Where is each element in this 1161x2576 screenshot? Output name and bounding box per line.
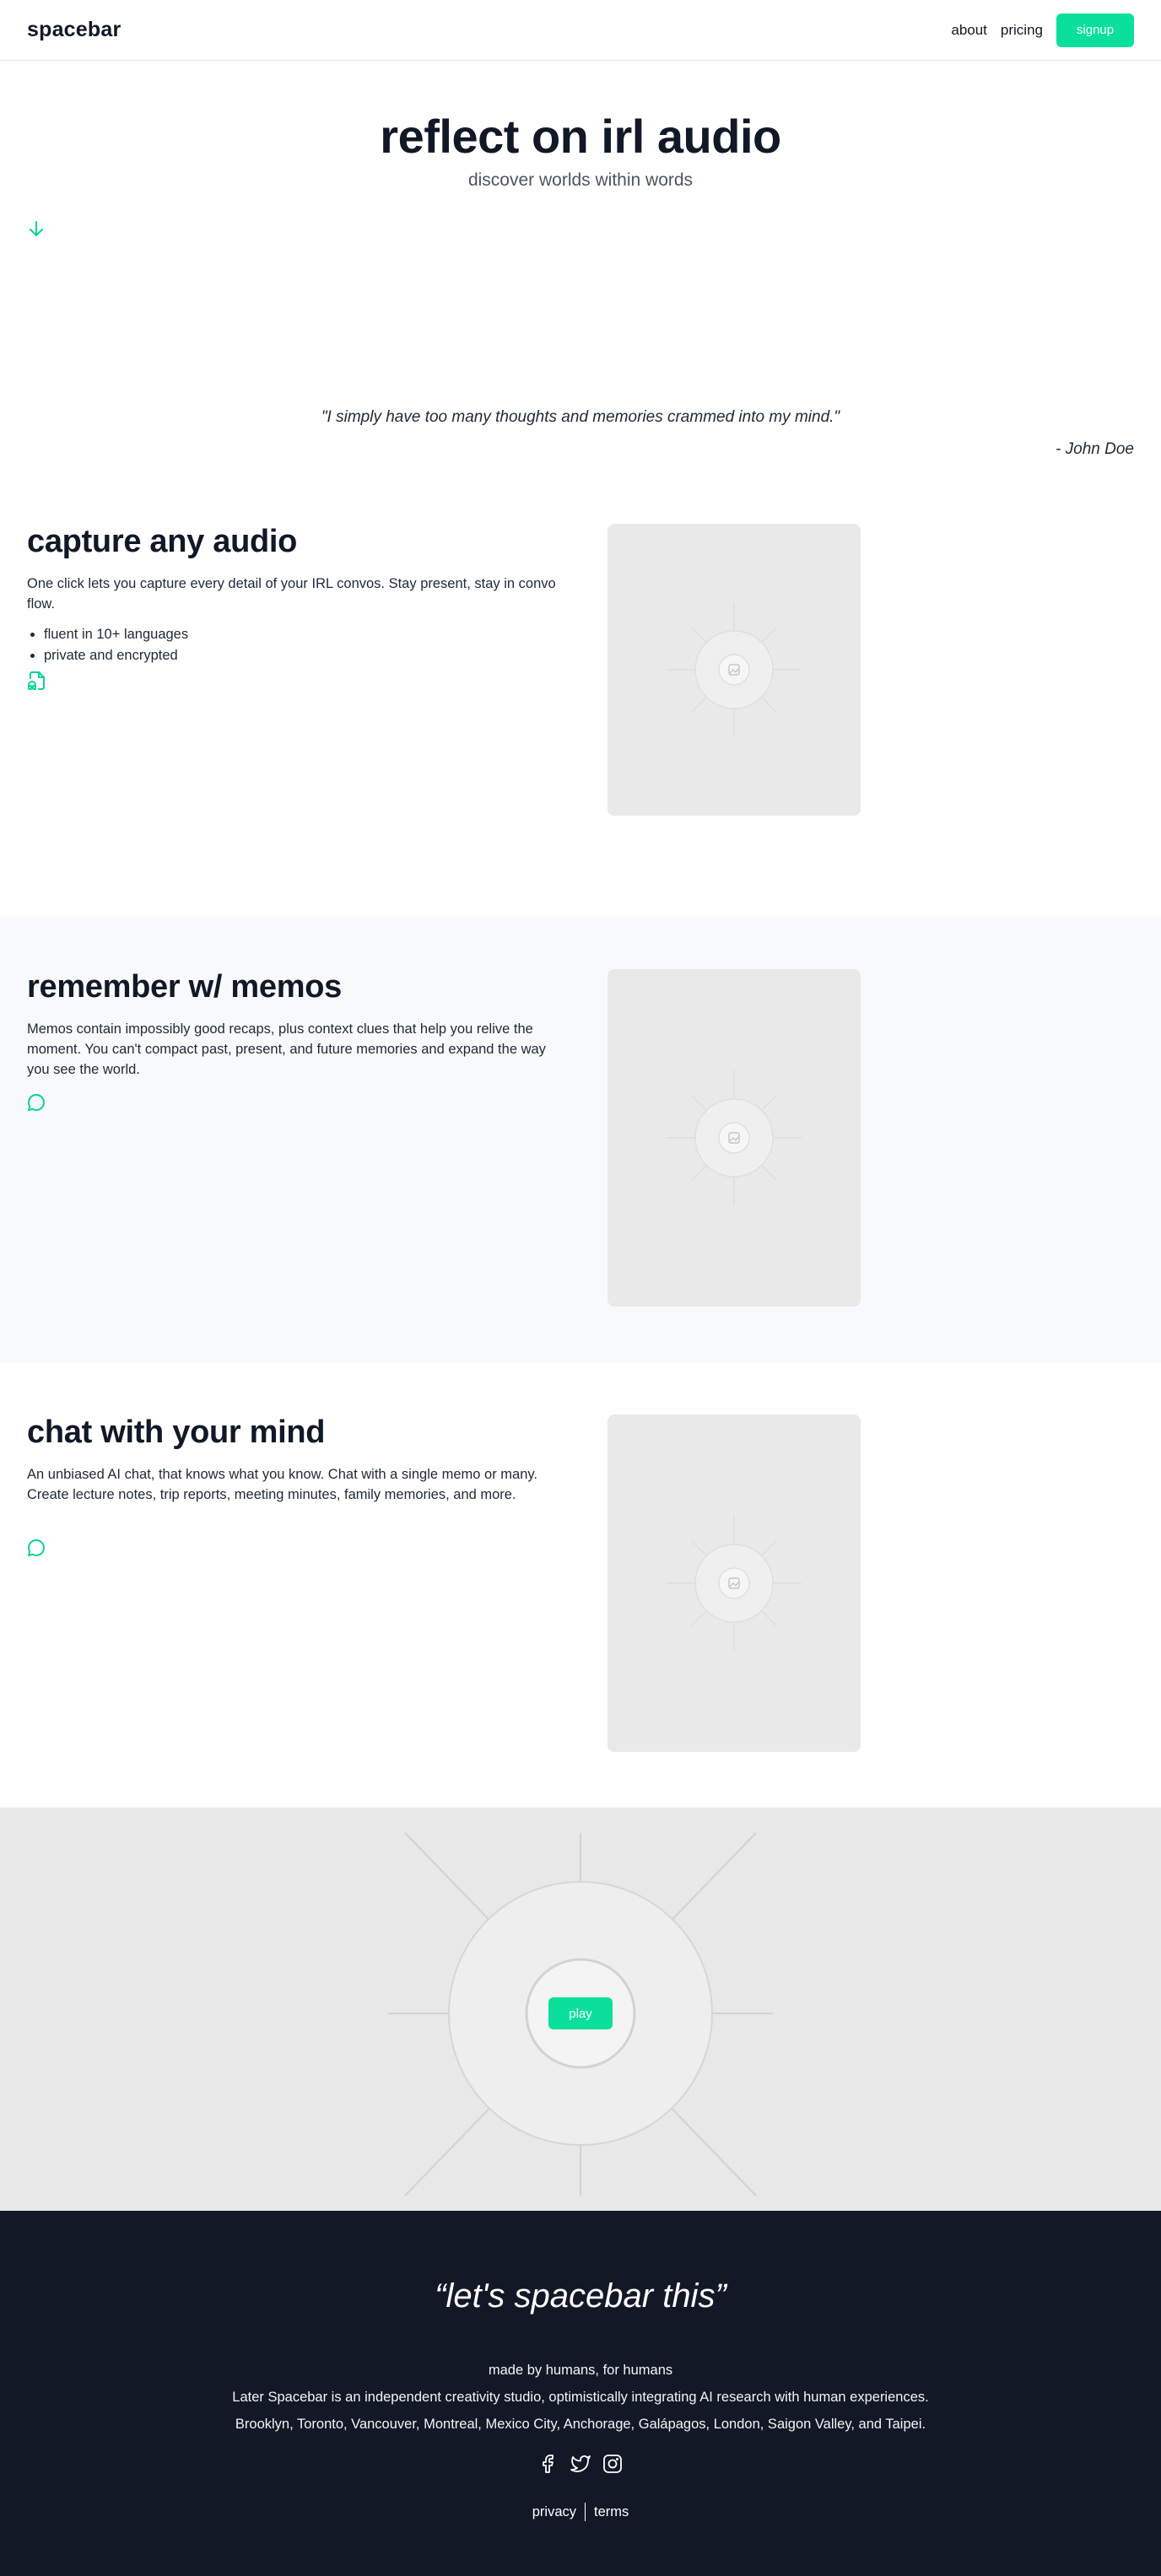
quote-text: "I simply have too many thoughts and mem… [321, 408, 840, 426]
quote-author: - John Doe [1056, 440, 1134, 458]
footer-about: Later Spacebar is an independent creativ… [232, 2390, 929, 2405]
twitter-icon[interactable] [570, 2454, 591, 2474]
play-section: play [0, 1808, 1161, 2211]
hero-title: reflect on irl audio [380, 110, 781, 163]
list-item: private and encrypted [44, 645, 188, 666]
instagram-icon[interactable] [602, 2454, 623, 2474]
feature-description: Memos contain impossibly good recaps, pl… [27, 1021, 546, 1077]
feature-title: chat with your mind [27, 1415, 326, 1450]
footer-cities: Brooklyn, Toronto, Vancouver, Montreal, … [235, 2417, 926, 2432]
nav-pricing-link[interactable]: pricing [1001, 22, 1043, 39]
signup-button[interactable]: signup [1056, 13, 1134, 47]
site-footer: “let's spacebar this” made by humans, fo… [0, 2211, 1161, 2576]
chat-bubble-icon [27, 1539, 46, 1559]
play-button[interactable]: play [548, 1997, 613, 2029]
logo[interactable]: spacebar [27, 18, 121, 42]
image-placeholder-graphic [667, 602, 802, 737]
image-placeholder [608, 969, 861, 1307]
image-placeholder [608, 1415, 861, 1752]
audio-file-icon [27, 671, 46, 691]
image-placeholder [608, 524, 861, 816]
feature-chat-section: chat with your mind An unbiased AI chat,… [0, 1362, 1161, 1808]
nav-about-link[interactable]: about [951, 22, 987, 39]
hero-section: reflect on irl audio discover worlds wit… [0, 61, 1161, 339]
terms-link[interactable]: terms [594, 2504, 629, 2520]
arrow-down-icon[interactable] [27, 218, 46, 240]
image-placeholder-graphic [667, 1516, 802, 1651]
feature-bullet-list: fluent in 10+ languages private and encr… [44, 624, 188, 666]
feature-description: An unbiased AI chat, that knows what you… [27, 1467, 538, 1502]
site-header: spacebar about pricing signup [0, 0, 1161, 61]
quote-section: "I simply have too many thoughts and mem… [0, 339, 1161, 491]
hero-subtitle: discover worlds within words [467, 170, 694, 190]
feature-memos-section: remember w/ memos Memos contain impossib… [0, 917, 1161, 1362]
chat-bubble-icon [27, 1093, 46, 1113]
feature-capture-section: capture any audio One click lets you cap… [0, 491, 1161, 917]
social-links [0, 2454, 1161, 2474]
facebook-icon[interactable] [538, 2454, 559, 2474]
footer-tagline: “let's spacebar this” [435, 2277, 726, 2315]
footer-made-by: made by humans, for humans [488, 2363, 673, 2378]
feature-title: capture any audio [27, 524, 298, 559]
divider [585, 2503, 586, 2521]
image-placeholder-graphic [667, 1070, 802, 1205]
privacy-link[interactable]: privacy [532, 2504, 576, 2520]
feature-title: remember w/ memos [27, 969, 342, 1005]
main-nav: about pricing signup [951, 13, 1134, 47]
footer-legal-links: privacy terms [0, 2503, 1161, 2521]
feature-description: One click lets you capture every detail … [27, 576, 556, 612]
list-item: fluent in 10+ languages [44, 624, 188, 645]
